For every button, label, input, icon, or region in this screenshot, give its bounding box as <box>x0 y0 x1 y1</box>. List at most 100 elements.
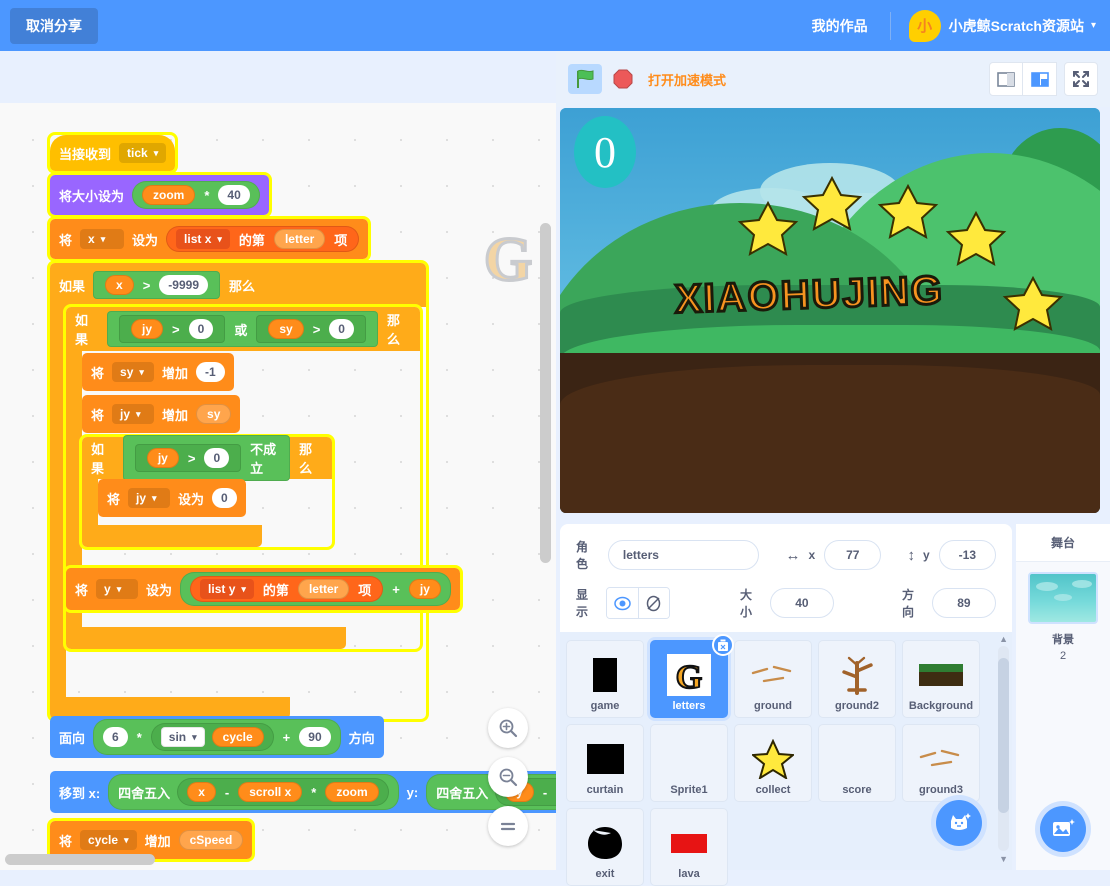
workspace-horizontal-scrollbar[interactable] <box>5 854 155 865</box>
item-of-list-y[interactable]: list y 的第 letter 项 <box>190 576 384 602</box>
x-variable-dropdown[interactable]: x <box>80 229 125 249</box>
jy-greater-operator[interactable]: jy > 0 <box>119 315 226 343</box>
y-variable-dropdown[interactable]: y <box>96 579 139 599</box>
not-operator[interactable]: jy > 0 不成立 <box>122 435 291 481</box>
sprite-list-scrollbar-thumb[interactable] <box>998 658 1009 813</box>
sprite-name-input[interactable]: letters <box>607 540 760 570</box>
zoom-in-button[interactable] <box>488 708 528 748</box>
my-works-link[interactable]: 我的作品 <box>790 16 890 36</box>
block-change-sy[interactable]: 将 sy 增加 -1 <box>82 353 234 391</box>
scroll-down-icon[interactable]: ▼ <box>999 854 1008 864</box>
jy-set-dropdown[interactable]: jy <box>128 488 171 508</box>
zoom-variable[interactable]: zoom <box>142 185 196 205</box>
sy-value-variable[interactable]: sy <box>196 404 232 424</box>
jy-variable-2[interactable]: jy <box>146 448 179 468</box>
sy-variable-dropdown[interactable]: sy <box>112 362 155 382</box>
sy-change-input[interactable]: -1 <box>196 362 225 382</box>
list-y-dropdown[interactable]: list y <box>200 579 254 599</box>
x-variable[interactable]: x <box>105 275 134 295</box>
cycle-variable[interactable]: cycle <box>211 727 264 747</box>
turbo-mode-label[interactable]: 打开加速模式 <box>648 70 726 89</box>
add-operator-y[interactable]: list y 的第 letter 项 + jy <box>180 572 451 606</box>
scroll-x-variable[interactable]: scroll x <box>238 782 303 802</box>
sprite-card-exit[interactable]: exit <box>566 808 644 886</box>
sy-greater-operator[interactable]: sy > 0 <box>256 315 366 343</box>
delete-sprite-button[interactable] <box>712 634 734 656</box>
account-menu[interactable]: 小 小虎鲸Scratch资源站 ▾ <box>891 9 1110 42</box>
sprite-card-letters[interactable]: Gletters <box>650 634 734 718</box>
sprite-thumbnail-empty <box>819 734 895 784</box>
sprite-size-input[interactable]: 40 <box>769 588 834 618</box>
sprite-card-collect[interactable]: collect <box>734 724 812 802</box>
block-set-jy-zero[interactable]: 将 jy 设为 0 <box>98 479 246 517</box>
block-set-x-variable[interactable]: 将 x 设为 list x 的第 letter 项 <box>50 219 369 259</box>
jy-variable[interactable]: jy <box>131 319 164 339</box>
sy-threshold[interactable]: 0 <box>329 319 354 339</box>
list-x-dropdown[interactable]: list x <box>176 229 230 249</box>
stage-canvas[interactable]: 0 XIAOHUJING <box>560 108 1100 513</box>
message-dropdown[interactable]: tick <box>119 143 167 163</box>
sprite-card-game[interactable]: game <box>566 640 644 718</box>
sprite-card-background[interactable]: Background <box>902 640 980 718</box>
round-x-expression[interactable]: 四舍五入 x - scroll x * zoom <box>108 774 399 810</box>
add-sprite-button[interactable] <box>936 800 982 846</box>
multiplier-input[interactable]: 6 <box>103 727 128 747</box>
sprite-card-ground2[interactable]: ground2 <box>818 640 896 718</box>
jy-set-input[interactable]: 0 <box>212 488 237 508</box>
sprite-card-lava[interactable]: lava <box>650 808 728 886</box>
size-value-input[interactable]: 40 <box>218 185 250 205</box>
normal-stage-button[interactable] <box>1023 62 1057 96</box>
cancel-share-button[interactable]: 取消分享 <box>10 7 98 44</box>
threshold-input[interactable]: -9999 <box>159 275 208 295</box>
math-op-dropdown[interactable]: sin <box>160 727 205 747</box>
multiply-operator[interactable]: zoom * 40 <box>132 181 260 209</box>
jy-threshold[interactable]: 0 <box>188 319 214 339</box>
code-workspace[interactable]: G 当接收到 tick 将大小设为 zoom * 40 将 x 设为 list … <box>0 103 556 870</box>
or-operator[interactable]: jy > 0 或 sy > 0 <box>107 311 378 347</box>
sy-variable[interactable]: sy <box>268 319 304 339</box>
block-when-i-receive[interactable]: 当接收到 tick <box>50 135 176 171</box>
block-set-size-to[interactable]: 将大小设为 zoom * 40 <box>50 175 269 215</box>
item-of-list-x[interactable]: list x 的第 letter 项 <box>166 226 360 252</box>
x-minus-scroll-times-zoom[interactable]: x - scroll x * zoom <box>177 778 389 806</box>
small-stage-button[interactable] <box>989 62 1023 96</box>
zoom-reset-button[interactable] <box>488 806 528 846</box>
block-go-to-xy[interactable]: 移到 x: 四舍五入 x - scroll x * zoom y: 四舍五入 y… <box>50 771 556 813</box>
hide-sprite-button[interactable] <box>637 588 669 618</box>
x-var-goto[interactable]: x <box>187 782 216 802</box>
minus-symbol-x: - <box>224 784 230 800</box>
sprite-direction-input[interactable]: 89 <box>931 588 996 618</box>
direction-expression[interactable]: 6 * sin cycle + 90 <box>93 719 341 755</box>
jy-variable-dropdown[interactable]: jy <box>112 404 155 424</box>
fullscreen-button[interactable] <box>1064 62 1098 96</box>
sprite-y-input[interactable]: -13 <box>938 540 996 570</box>
workspace-vertical-scrollbar[interactable] <box>540 223 551 563</box>
jy-addend[interactable]: jy <box>408 579 441 599</box>
offset-input[interactable]: 90 <box>299 727 331 747</box>
cspeed-variable[interactable]: cSpeed <box>178 830 244 850</box>
letter-variable-y[interactable]: letter <box>297 579 350 599</box>
sprite-x-input[interactable]: 77 <box>824 540 882 570</box>
letter-variable[interactable]: letter <box>273 229 326 249</box>
show-sprite-button[interactable] <box>606 588 638 618</box>
jy-zero-input[interactable]: 0 <box>204 448 230 468</box>
block-change-jy[interactable]: 将 jy 增加 sy <box>82 395 241 433</box>
cycle-variable-dropdown[interactable]: cycle <box>80 830 137 850</box>
stop-button[interactable] <box>608 64 638 94</box>
add-backdrop-button[interactable] <box>1040 806 1086 852</box>
jy-gt-zero-operator[interactable]: jy > 0 <box>134 444 242 472</box>
zoom-variable-goto[interactable]: zoom <box>325 782 379 802</box>
sin-function[interactable]: sin cycle <box>150 723 274 751</box>
sprite-card-ground[interactable]: ground <box>734 640 812 718</box>
sprite-card-sprite1[interactable]: Sprite1 <box>650 724 728 802</box>
block-point-in-direction[interactable]: 面向 6 * sin cycle + 90 方向 <box>50 716 384 758</box>
greater-than-operator-x[interactable]: x > -9999 <box>93 271 220 299</box>
sprite-card-score[interactable]: score <box>818 724 896 802</box>
scroll-up-icon[interactable]: ▲ <box>999 634 1008 644</box>
zoom-out-button[interactable] <box>488 757 528 797</box>
stage-thumbnail-card[interactable]: 背景 2 <box>1028 572 1098 662</box>
green-flag-button[interactable] <box>568 64 602 94</box>
block-set-y-variable[interactable]: 将 y 设为 list y 的第 letter 项 + jy <box>66 568 460 610</box>
sprite-card-curtain[interactable]: curtain <box>566 724 644 802</box>
sprite-card-ground3[interactable]: ground3 <box>902 724 980 802</box>
